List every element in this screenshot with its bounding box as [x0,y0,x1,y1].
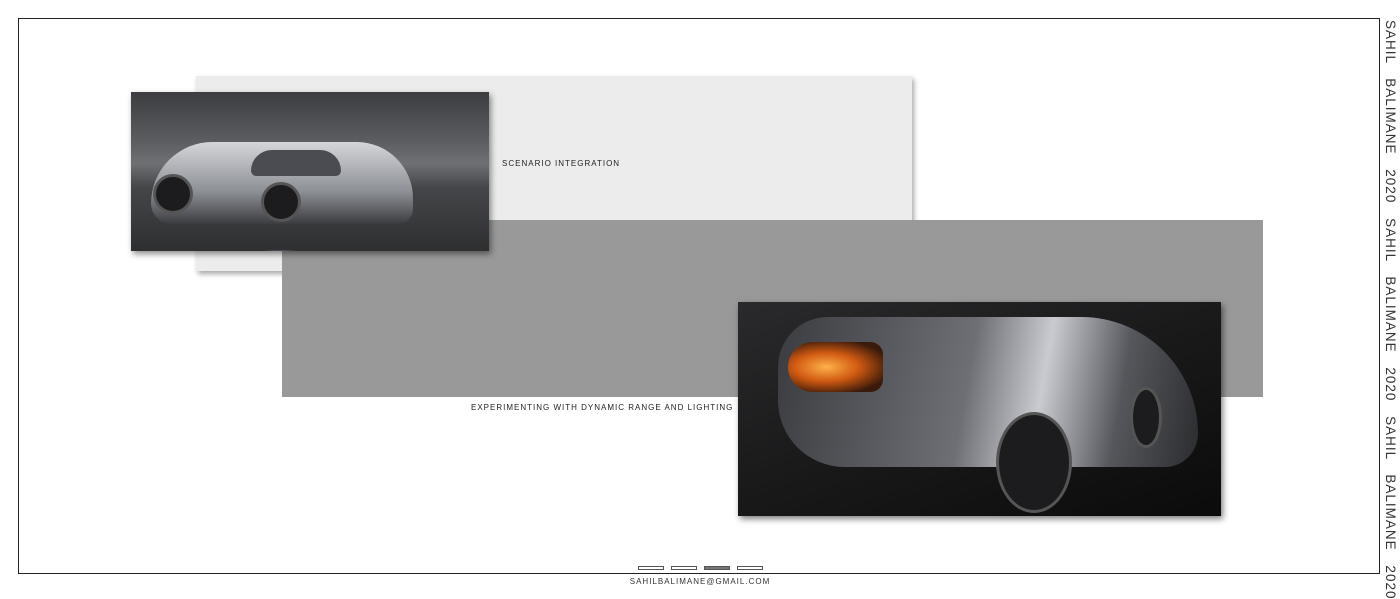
lighting-photo [738,302,1221,516]
page-indicator-4[interactable] [737,566,763,570]
page-indicator-1[interactable] [638,566,664,570]
page-indicator-2[interactable] [671,566,697,570]
scenario-integration-photo [131,92,489,251]
car-rear-view [778,317,1198,467]
wheel [1130,387,1162,448]
side-signature: SAHIL BALIMANE 2020 SAHIL BALIMANE 2020 … [1382,20,1398,599]
page-indicator-3-active[interactable] [704,566,730,570]
contact-email[interactable]: SAHILBALIMANE@GMAIL.COM [0,577,1400,586]
side-signature-text: SAHIL BALIMANE 2020 SAHIL BALIMANE 2020 … [1383,20,1398,599]
wheel [153,174,193,214]
wheel [261,182,301,222]
lighting-caption: EXPERIMENTING WITH DYNAMIC RANGE AND LIG… [471,403,734,412]
wheel [996,412,1072,513]
scenario-caption: SCENARIO INTEGRATION [502,159,621,168]
tail-light [788,342,883,392]
